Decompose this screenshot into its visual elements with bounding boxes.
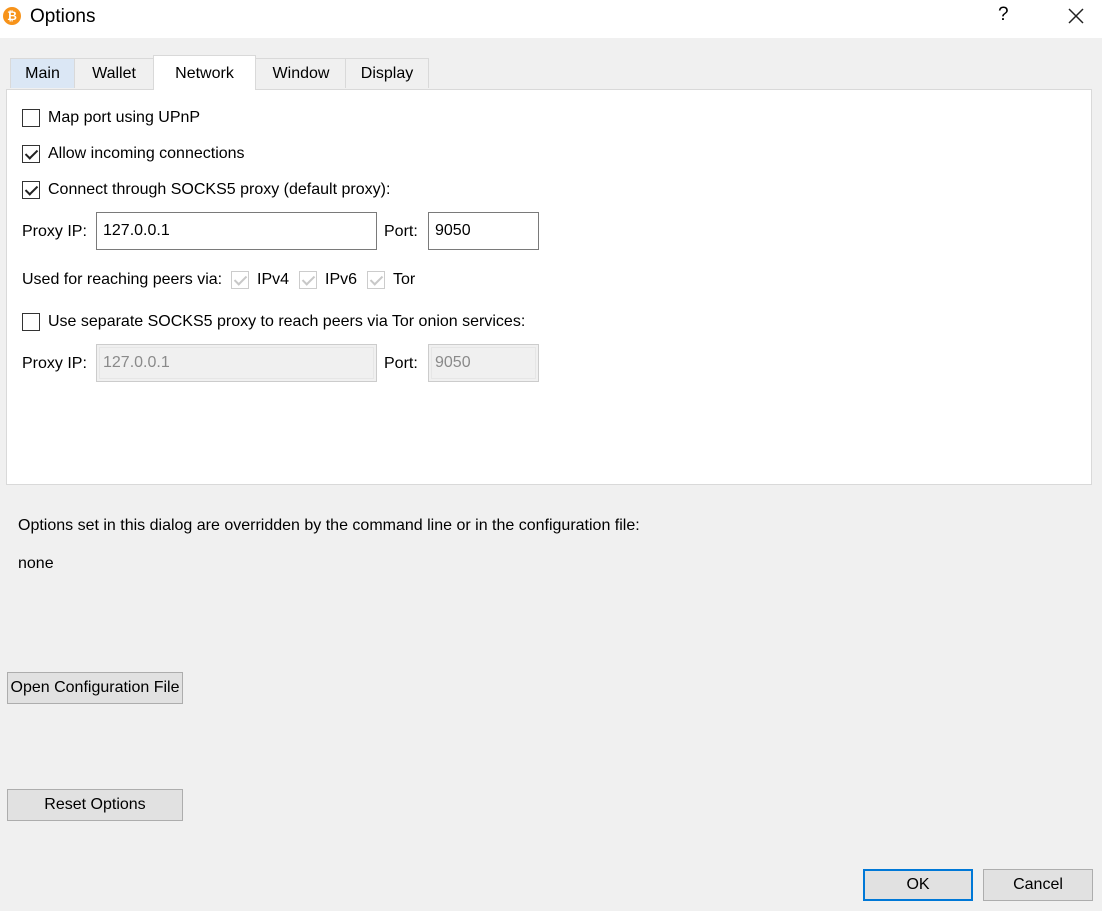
help-button[interactable]: ?	[998, 4, 1009, 26]
tor-proxy-port-label: Port:	[384, 355, 418, 372]
reach-tor-row: Tor	[367, 271, 415, 289]
proxy-port-label: Port:	[384, 223, 418, 240]
upnp-checkbox[interactable]	[22, 109, 40, 127]
upnp-row[interactable]: Map port using UPnP	[22, 109, 200, 127]
allow-incoming-checkbox[interactable]	[22, 145, 40, 163]
overrides-info-text: Options set in this dialog are overridde…	[18, 517, 640, 534]
allow-incoming-row[interactable]: Allow incoming connections	[22, 145, 245, 163]
reach-peers-label: Used for reaching peers via:	[22, 271, 223, 288]
upnp-label: Map port using UPnP	[48, 109, 201, 126]
proxy-ip-input[interactable]: 127.0.0.1	[96, 212, 377, 250]
reach-ipv6-row: IPv6	[299, 271, 357, 289]
tor-proxy-ip-label: Proxy IP:	[22, 355, 87, 372]
ok-button[interactable]: OK	[863, 869, 973, 901]
window-title: Options	[30, 6, 96, 27]
ipv6-checkbox	[299, 271, 317, 289]
tab-window[interactable]: Window	[255, 58, 347, 88]
bitcoin-icon: ₿	[3, 7, 21, 25]
proxy-ip-label: Proxy IP:	[22, 223, 87, 240]
connect-socks5-label: Connect through SOCKS5 proxy (default pr…	[48, 181, 391, 198]
ipv6-label: IPv6	[325, 271, 358, 288]
tab-main[interactable]: Main	[10, 58, 75, 88]
network-tab-panel: Map port using UPnP Allow incoming conne…	[6, 89, 1092, 485]
cancel-button[interactable]: Cancel	[983, 869, 1093, 901]
tab-wallet[interactable]: Wallet	[74, 58, 154, 88]
title-bar: ₿ Options ?	[0, 0, 1102, 38]
reach-ipv4-row: IPv4	[231, 271, 289, 289]
tor-proxy-port-input: 9050	[428, 344, 539, 382]
allow-incoming-label: Allow incoming connections	[48, 145, 245, 162]
tor-checkbox	[367, 271, 385, 289]
ipv4-label: IPv4	[257, 271, 290, 288]
connect-socks5-row[interactable]: Connect through SOCKS5 proxy (default pr…	[22, 181, 390, 199]
reset-options-button[interactable]: Reset Options	[7, 789, 183, 821]
ipv4-checkbox	[231, 271, 249, 289]
separate-tor-row[interactable]: Use separate SOCKS5 proxy to reach peers…	[22, 313, 525, 331]
close-icon[interactable]	[1065, 3, 1087, 29]
overrides-value: none	[18, 555, 54, 572]
proxy-port-input[interactable]: 9050	[428, 212, 539, 250]
separate-tor-label: Use separate SOCKS5 proxy to reach peers…	[48, 313, 526, 330]
tor-label: Tor	[393, 271, 416, 288]
open-config-button[interactable]: Open Configuration File	[7, 672, 183, 704]
separate-tor-checkbox[interactable]	[22, 313, 40, 331]
tab-network[interactable]: Network	[153, 55, 256, 90]
connect-socks5-checkbox[interactable]	[22, 181, 40, 199]
tab-display[interactable]: Display	[345, 58, 429, 88]
tor-proxy-ip-input: 127.0.0.1	[96, 344, 377, 382]
